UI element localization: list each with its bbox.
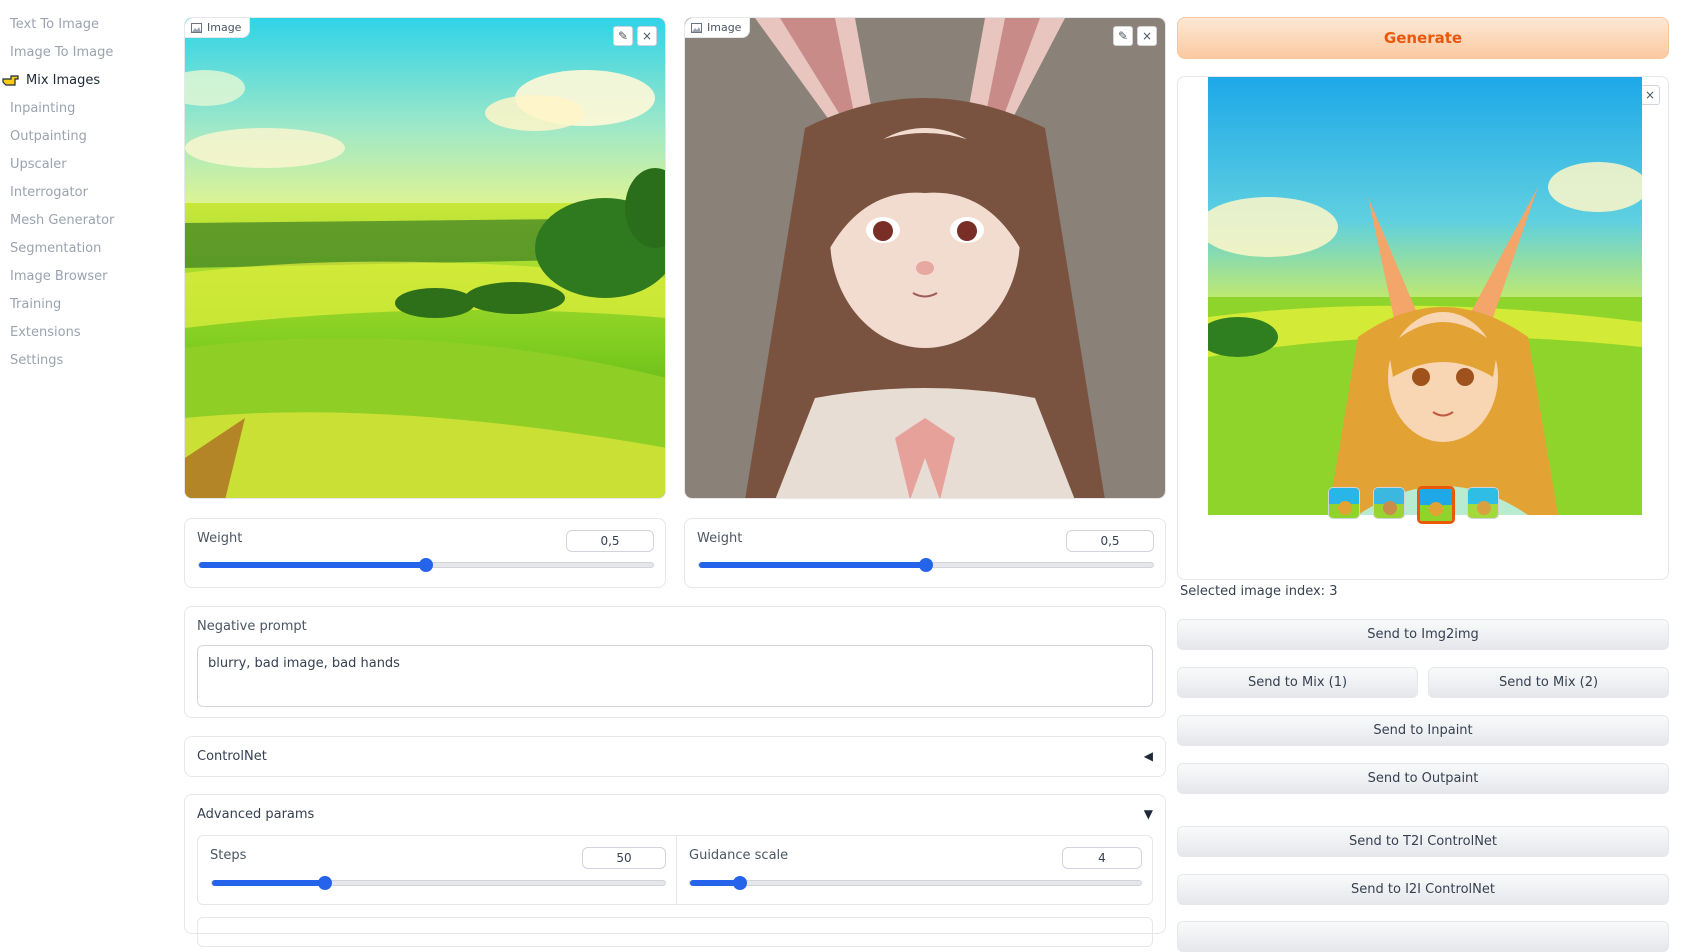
steps-label: Steps <box>210 848 247 863</box>
sidebar-item-settings[interactable]: Settings <box>0 346 160 374</box>
guidance-scale-label: Guidance scale <box>689 848 789 863</box>
landscape-image <box>185 18 665 498</box>
sidebar-item-label: Segmentation <box>10 240 102 256</box>
sidebar-item-training[interactable]: Training <box>0 290 160 318</box>
sidebar-item-segmentation[interactable]: Segmentation <box>0 234 160 262</box>
sidebar-item-mesh-generator[interactable]: Mesh Generator <box>0 206 160 234</box>
sidebar-item-label: Mix Images <box>26 72 101 88</box>
sidebar-item-label: Settings <box>10 352 64 368</box>
sidebar-item-outpainting[interactable]: Outpainting <box>0 122 160 150</box>
sidebar-item-image-browser[interactable]: Image Browser <box>0 262 160 290</box>
negative-prompt-panel: Negative prompt blurry, bad image, bad h… <box>184 606 1166 718</box>
send-to-t2i-controlnet-button[interactable]: Send to T2I ControlNet <box>1177 826 1669 857</box>
advanced-params-accordion: Advanced params ▼ Steps 50 Guidance scal… <box>184 794 1166 947</box>
negative-prompt-input[interactable]: blurry, bad image, bad hands <box>197 645 1153 707</box>
close-icon[interactable]: × <box>1640 85 1660 105</box>
image-icon <box>191 22 202 33</box>
guidance-scale-number-input[interactable]: 4 <box>1062 847 1142 869</box>
send-to-outpaint-button[interactable]: Send to Outpaint <box>1177 763 1669 794</box>
send-to-img2img-button[interactable]: Send to Img2img <box>1177 619 1669 650</box>
collapse-arrow-icon: ◀ <box>1143 749 1153 763</box>
gallery-thumbnail[interactable] <box>1373 487 1405 519</box>
gallery-thumbnail[interactable] <box>1467 487 1499 519</box>
slider-thumb[interactable] <box>919 558 933 572</box>
weight-number-input[interactable]: 0,5 <box>1066 530 1154 552</box>
generated-image[interactable] <box>1208 77 1642 515</box>
gallery-thumbnail[interactable] <box>1328 487 1360 519</box>
gallery-thumbnail-selected[interactable] <box>1417 486 1455 524</box>
sidebar-item-label: Image Browser <box>10 268 108 284</box>
close-icon[interactable]: × <box>637 26 657 46</box>
close-icon[interactable]: × <box>1137 26 1157 46</box>
sidebar-item-interrogator[interactable]: Interrogator <box>0 178 160 206</box>
sidebar-item-label: Training <box>10 296 62 312</box>
steps-slider[interactable] <box>211 876 666 890</box>
slider-thumb[interactable] <box>732 876 747 890</box>
image-icon <box>691 22 702 33</box>
advanced-params-label[interactable]: Advanced params <box>197 807 314 822</box>
image-label: Image <box>685 18 751 38</box>
sidebar-nav: Text To Image Image To Image Mix Images … <box>0 10 160 374</box>
sidebar-item-inpainting[interactable]: Inpainting <box>0 94 160 122</box>
controlnet-accordion[interactable]: ControlNet ◀ <box>184 736 1166 777</box>
weight-label: Weight <box>697 531 743 546</box>
guidance-scale-slider[interactable] <box>689 876 1142 890</box>
image-input-2[interactable]: Image ✎ × <box>684 17 1166 499</box>
divider <box>676 836 677 904</box>
sidebar-item-label: Outpainting <box>10 128 87 144</box>
params-row-2 <box>197 917 1153 947</box>
output-gallery: × <box>1177 76 1669 580</box>
weight-number-input[interactable]: 0,5 <box>566 530 654 552</box>
sidebar-item-label: Interrogator <box>10 184 88 200</box>
slider-fill <box>199 562 426 568</box>
slider-thumb[interactable] <box>419 558 433 572</box>
slider-thumb[interactable] <box>318 876 333 890</box>
sidebar-item-label: Mesh Generator <box>10 212 115 228</box>
sidebar-item-text-to-image[interactable]: Text To Image <box>0 10 160 38</box>
pointing-hand-icon <box>2 73 20 87</box>
send-to-mix-2-button[interactable]: Send to Mix (2) <box>1428 667 1669 698</box>
portrait-image <box>685 18 1165 498</box>
slider-fill <box>212 880 326 886</box>
image-input-1[interactable]: Image ✎ × <box>184 17 666 499</box>
params-row: Steps 50 Guidance scale 4 <box>197 835 1153 905</box>
weight-panel-2: Weight 0,5 <box>684 518 1166 588</box>
expand-arrow-icon[interactable]: ▼ <box>1144 807 1153 821</box>
sidebar-item-upscaler[interactable]: Upscaler <box>0 150 160 178</box>
weight-panel-1: Weight 0,5 <box>184 518 666 588</box>
sidebar-item-label: Inpainting <box>10 100 76 116</box>
controlnet-label: ControlNet <box>197 749 267 764</box>
image-label: Image <box>185 18 251 38</box>
more-send-button[interactable] <box>1177 921 1669 952</box>
sidebar-item-label: Text To Image <box>10 16 99 32</box>
weight-slider[interactable] <box>698 558 1154 572</box>
send-to-i2i-controlnet-button[interactable]: Send to I2I ControlNet <box>1177 874 1669 905</box>
sidebar-item-extensions[interactable]: Extensions <box>0 318 160 346</box>
weight-slider[interactable] <box>198 558 654 572</box>
edit-icon[interactable]: ✎ <box>1113 26 1133 46</box>
generate-button[interactable]: Generate <box>1177 17 1669 59</box>
sidebar-item-label: Extensions <box>10 324 81 340</box>
weight-label: Weight <box>197 531 243 546</box>
selected-index-text: Selected image index: 3 <box>1180 584 1338 599</box>
send-to-mix-1-button[interactable]: Send to Mix (1) <box>1177 667 1418 698</box>
sidebar-item-image-to-image[interactable]: Image To Image <box>0 38 160 66</box>
send-to-inpaint-button[interactable]: Send to Inpaint <box>1177 715 1669 746</box>
steps-number-input[interactable]: 50 <box>582 847 666 869</box>
sidebar-item-mix-images[interactable]: Mix Images <box>0 66 160 94</box>
sidebar-item-label: Image To Image <box>10 44 114 60</box>
negative-prompt-label: Negative prompt <box>197 619 307 634</box>
slider-fill <box>699 562 926 568</box>
edit-icon[interactable]: ✎ <box>613 26 633 46</box>
sidebar-item-label: Upscaler <box>10 156 67 172</box>
